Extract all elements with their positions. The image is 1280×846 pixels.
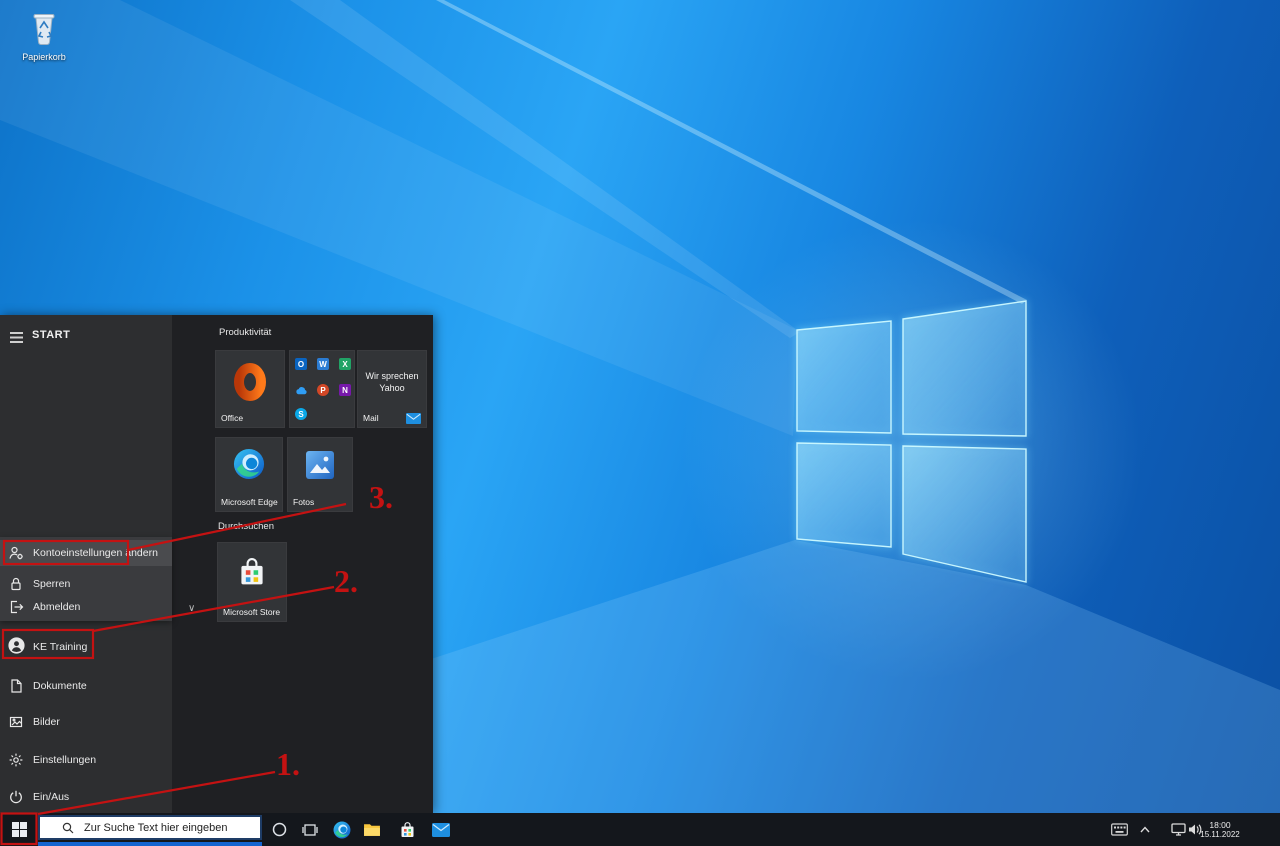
recycle-bin-label: Papierkorb xyxy=(22,52,66,62)
start-menu-title: START xyxy=(32,329,71,341)
tile-mail[interactable]: Wir sprechen Yahoo Mail xyxy=(357,350,427,428)
menu-item-label: Kontoeinstellungen ändern xyxy=(33,547,158,559)
user-avatar-icon xyxy=(8,637,25,654)
menu-item-label: Bilder xyxy=(33,716,60,728)
onedrive-icon xyxy=(295,384,307,396)
tile-label: Fotos xyxy=(293,497,315,507)
menu-item-label: Sperren xyxy=(33,578,71,590)
document-icon xyxy=(8,678,24,694)
photos-icon xyxy=(306,451,334,479)
taskbar-search[interactable] xyxy=(38,815,262,840)
store-icon xyxy=(241,558,263,585)
task-view-icon xyxy=(302,823,318,836)
mail-icon xyxy=(406,413,421,424)
menu-item-label: Abmelden xyxy=(33,601,81,613)
start-button[interactable] xyxy=(0,813,38,846)
excel-icon: X xyxy=(339,358,351,370)
search-input[interactable] xyxy=(82,820,252,835)
tile-label: Office xyxy=(221,413,244,423)
taskbar-clock[interactable]: 18:00 15.11.2022 xyxy=(1200,813,1240,846)
taskbar-edge-button[interactable] xyxy=(329,813,355,846)
onenote-icon: N xyxy=(339,384,351,396)
office-icon xyxy=(234,363,266,401)
tile-office-apps[interactable]: O W X P N S xyxy=(289,350,355,428)
user-account-button[interactable]: KE Training xyxy=(0,632,172,662)
search-icon xyxy=(62,822,74,833)
tray-chevron-up-icon[interactable] xyxy=(1137,813,1153,846)
windows-start-icon xyxy=(11,822,27,837)
touch-keyboard-icon[interactable] xyxy=(1106,813,1132,846)
settings-gear-icon xyxy=(8,752,24,768)
menu-item-label: Dokumente xyxy=(33,680,87,692)
menu-item-settings[interactable]: Einstellungen xyxy=(0,747,172,773)
powerpoint-icon: P xyxy=(317,384,329,396)
taskbar-store-button[interactable] xyxy=(394,813,420,846)
start-menu-header: START xyxy=(0,326,172,348)
tile-group-title: Durchsuchen xyxy=(218,521,274,532)
menu-item-label: Ein/Aus xyxy=(33,791,70,803)
taskbar-mail-button[interactable] xyxy=(428,813,454,846)
outlook-icon: O xyxy=(295,358,307,370)
menu-item-account-settings[interactable]: Kontoeinstellungen ändern xyxy=(0,540,172,566)
recycle-bin-icon xyxy=(33,14,55,45)
user-settings-icon xyxy=(8,545,24,561)
task-view-button[interactable] xyxy=(297,813,323,846)
hamburger-menu-icon[interactable] xyxy=(10,330,23,348)
network-icon[interactable] xyxy=(1169,813,1187,846)
tile-microsoft-edge[interactable]: Microsoft Edge xyxy=(215,437,283,512)
search-accent-underline xyxy=(38,842,262,846)
edge-icon xyxy=(233,448,265,480)
file-explorer-button[interactable] xyxy=(359,813,385,846)
mail-tile-headline: Wir sprechen Yahoo xyxy=(365,371,419,393)
sign-out-icon xyxy=(8,599,24,615)
folder-icon xyxy=(364,824,380,836)
edge-icon xyxy=(333,821,351,838)
clock-date: 15.11.2022 xyxy=(1200,829,1240,839)
office-mini-icons: O W X P N S xyxy=(295,356,351,422)
tile-office[interactable]: Office xyxy=(215,350,285,428)
pictures-icon xyxy=(8,714,24,730)
cortana-button[interactable] xyxy=(266,813,292,846)
power-icon xyxy=(8,789,24,805)
chevron-down-icon[interactable]: ∨ xyxy=(188,603,195,614)
tile-label: Mail xyxy=(363,413,379,423)
windows-desktop: Papierkorb START Kontoeinstellungen ände… xyxy=(0,0,1280,846)
word-icon: W xyxy=(317,358,329,370)
start-menu: START Kontoeinstellungen ändern Sperren xyxy=(0,315,433,813)
lock-icon xyxy=(8,576,24,592)
store-icon xyxy=(401,821,413,837)
tile-fotos[interactable]: Fotos xyxy=(287,437,353,512)
clock-time: 18:00 xyxy=(1209,819,1231,830)
menu-item-power[interactable]: Ein/Aus xyxy=(0,784,172,810)
tile-label: Microsoft Edge xyxy=(221,497,278,507)
menu-item-documents[interactable]: Dokumente xyxy=(0,673,172,699)
tile-microsoft-store[interactable]: Microsoft Store xyxy=(217,542,287,622)
recycle-bin-shortcut[interactable]: Papierkorb xyxy=(16,10,72,66)
menu-item-pictures[interactable]: Bilder xyxy=(0,709,172,735)
tile-label: Microsoft Store xyxy=(223,607,281,617)
tile-group-title: Produktivität xyxy=(219,327,272,338)
menu-item-sign-out[interactable]: Abmelden xyxy=(0,594,172,620)
skype-icon: S xyxy=(295,408,307,420)
mail-icon xyxy=(432,822,450,837)
cortana-icon xyxy=(272,822,286,837)
menu-item-label: KE Training xyxy=(33,641,88,653)
start-menu-tiles: Produktivität Office O W X P N S Wir spr… xyxy=(172,315,433,813)
menu-item-label: Einstellungen xyxy=(33,754,97,766)
